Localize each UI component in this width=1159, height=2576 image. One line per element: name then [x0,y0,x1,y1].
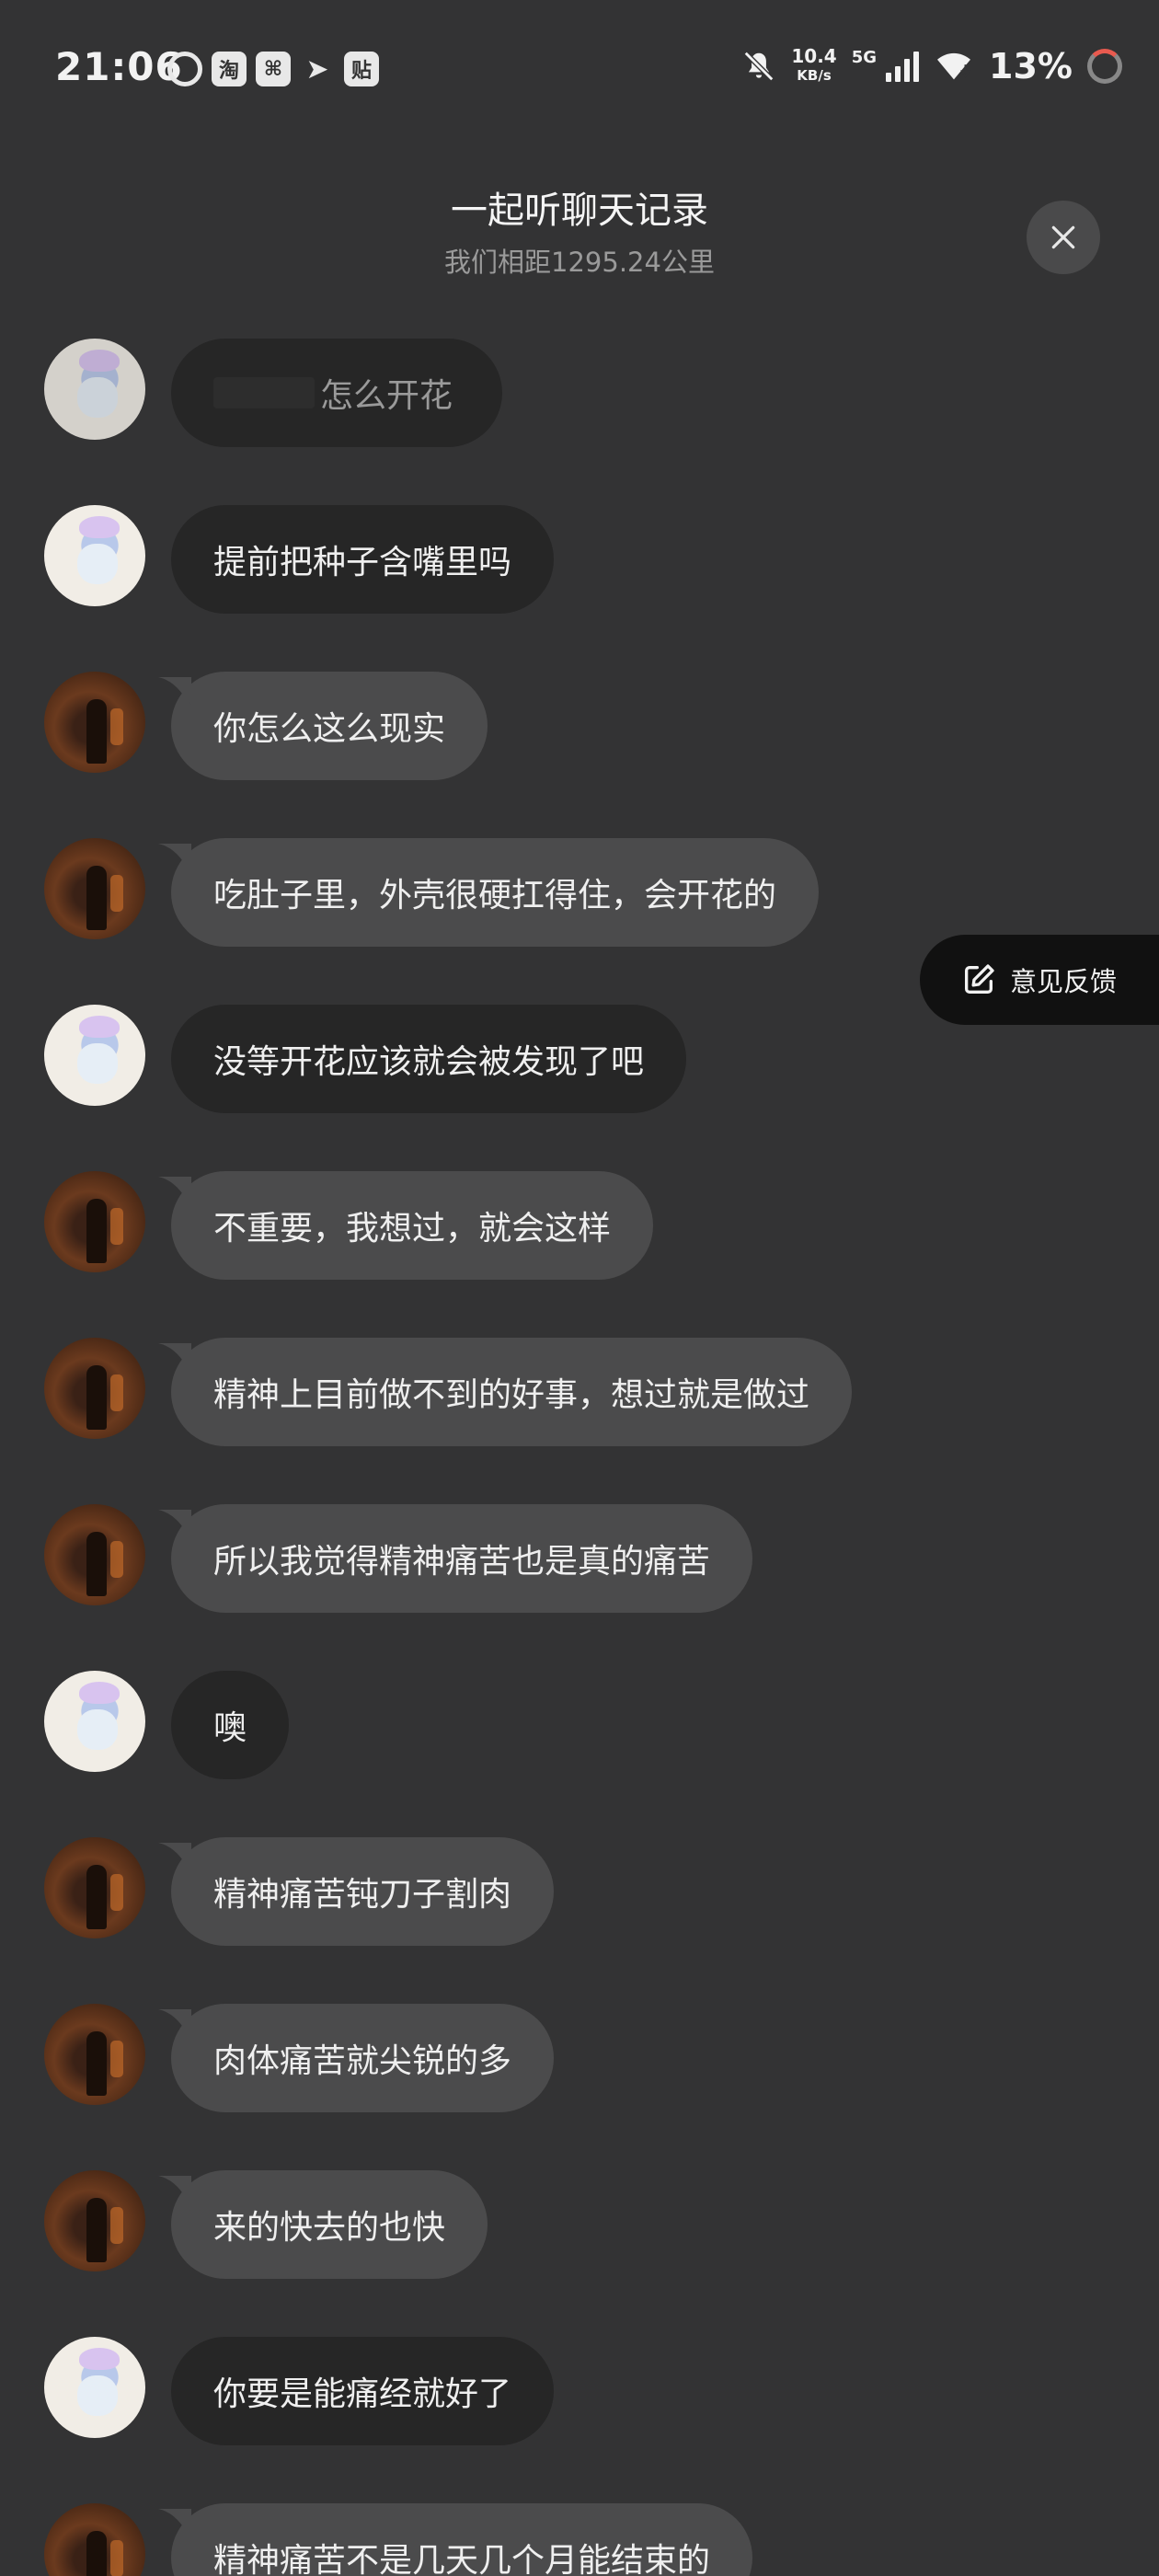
message-bubble[interactable]: 噢 [171,1671,290,1779]
avatar[interactable] [44,2337,145,2438]
distance-subtitle: 我们相距1295.24公里 [444,247,715,278]
close-icon [1051,225,1075,249]
feedback-button[interactable]: 意见反馈 [920,935,1159,1025]
message-text: 没等开花应该就会被发现了吧 [213,1043,645,1081]
message-text: 精神痛苦钝刀子割肉 [213,1876,512,1914]
app-icon: ⌘ [256,52,291,86]
status-indicators: 10.4 KB/s 5G 13% [741,46,1122,86]
message-bubble[interactable]: 提前把种子含嘴里吗 [171,505,555,614]
avatar[interactable] [44,2004,145,2105]
message-text: 你要是能痛经就好了 [213,2375,512,2413]
avatar[interactable] [44,1671,145,1772]
message-bubble[interactable]: 肉体痛苦就尖锐的多 [158,2004,555,2112]
message-text: 噢 [213,1709,247,1747]
send-icon: ➤ [305,52,329,86]
bubble-tail [158,1510,191,1537]
page-title: 一起听聊天记录 [451,190,708,232]
message-bubble[interactable]: 没等开花应该就会被发现了吧 [171,1005,687,1113]
avatar[interactable] [44,2503,145,2576]
bubble-tail [158,2176,191,2203]
bubble-tail [158,1343,191,1371]
message-bubble[interactable]: 不重要，我想过，就会这样 [158,1171,654,1280]
battery-percentage: 13% [989,46,1073,86]
avatar[interactable] [44,672,145,773]
avatar[interactable] [44,1338,145,1439]
message-text: 不重要，我想过，就会这样 [213,1210,612,1248]
message-bubble[interactable]: 怎么开花 [171,339,502,447]
message-text: 所以我觉得精神痛苦也是真的痛苦 [213,1543,711,1581]
battery-ring-icon [1087,49,1122,84]
taobao-icon: 淘 [212,52,247,86]
signal-bars-icon [886,51,920,82]
status-app-icons: 淘 ⌘ ➤ 贴 [167,52,379,86]
bubble-tail [158,844,191,871]
wifi-icon [937,52,971,80]
status-time: 21:06 [55,44,183,89]
message-bubble[interactable]: 所以我觉得精神痛苦也是真的痛苦 [158,1504,753,1613]
message-bubble[interactable]: 来的快去的也快 [158,2170,488,2279]
chat-history-page: 21:06 淘 ⌘ ➤ 贴 10.4 KB/s 5G 13% 一起听聊天记录 我… [0,0,1159,2576]
bubble-tail [158,1177,191,1204]
avatar[interactable] [44,505,145,606]
avatar[interactable] [44,838,145,939]
status-bar: 21:06 淘 ⌘ ➤ 贴 10.4 KB/s 5G 13% [0,0,1159,138]
tieba-icon: 贴 [344,52,379,86]
bubble-tail [158,1843,191,1870]
network-speed-unit: KB/s [797,67,832,84]
feedback-label: 意见反馈 [1010,966,1118,997]
avatar[interactable] [44,1171,145,1272]
message-bubble[interactable]: 吃肚子里，外壳很硬扛得住，会开花的 [158,838,820,947]
message-text: 吃肚子里，外壳很硬扛得住，会开花的 [213,877,777,914]
bubble-tail [158,677,191,705]
message-text: 怎么开花 [320,377,453,415]
message-text: 精神上目前做不到的好事，想过就是做过 [213,1376,810,1414]
avatar[interactable] [44,1837,145,1938]
message-text: 来的快去的也快 [213,2209,446,2247]
message-bubble[interactable]: 你要是能痛经就好了 [171,2337,555,2445]
avatar[interactable] [44,1504,145,1605]
bubble-tail [158,2509,191,2536]
message-text: 肉体痛苦就尖锐的多 [213,2042,512,2080]
bell-muted-icon [744,51,775,82]
message-bubble[interactable]: 你怎么这么现实 [158,672,488,780]
message-bubble[interactable]: 精神痛苦钝刀子割肉 [158,1837,555,1946]
network-type: 5G [851,48,878,67]
bubble-tail [158,2009,191,2037]
network-speed-value: 10.4 [791,45,837,67]
netease-music-icon [167,52,202,86]
message-text: 提前把种子含嘴里吗 [213,544,512,581]
close-button[interactable] [1027,201,1100,274]
avatar[interactable] [44,2170,145,2271]
redaction-mark [213,377,315,408]
edit-icon [965,964,994,994]
avatar[interactable] [44,339,145,440]
message-text: 你怎么这么现实 [213,710,446,748]
avatar[interactable] [44,1005,145,1106]
message-bubble[interactable]: 精神上目前做不到的好事，想过就是做过 [158,1338,853,1446]
message-bubble[interactable]: 精神痛苦不是几天几个月能结束的 [158,2503,753,2576]
network-speed: 10.4 KB/s [791,47,836,86]
message-text: 精神痛苦不是几天几个月能结束的 [213,2542,711,2576]
